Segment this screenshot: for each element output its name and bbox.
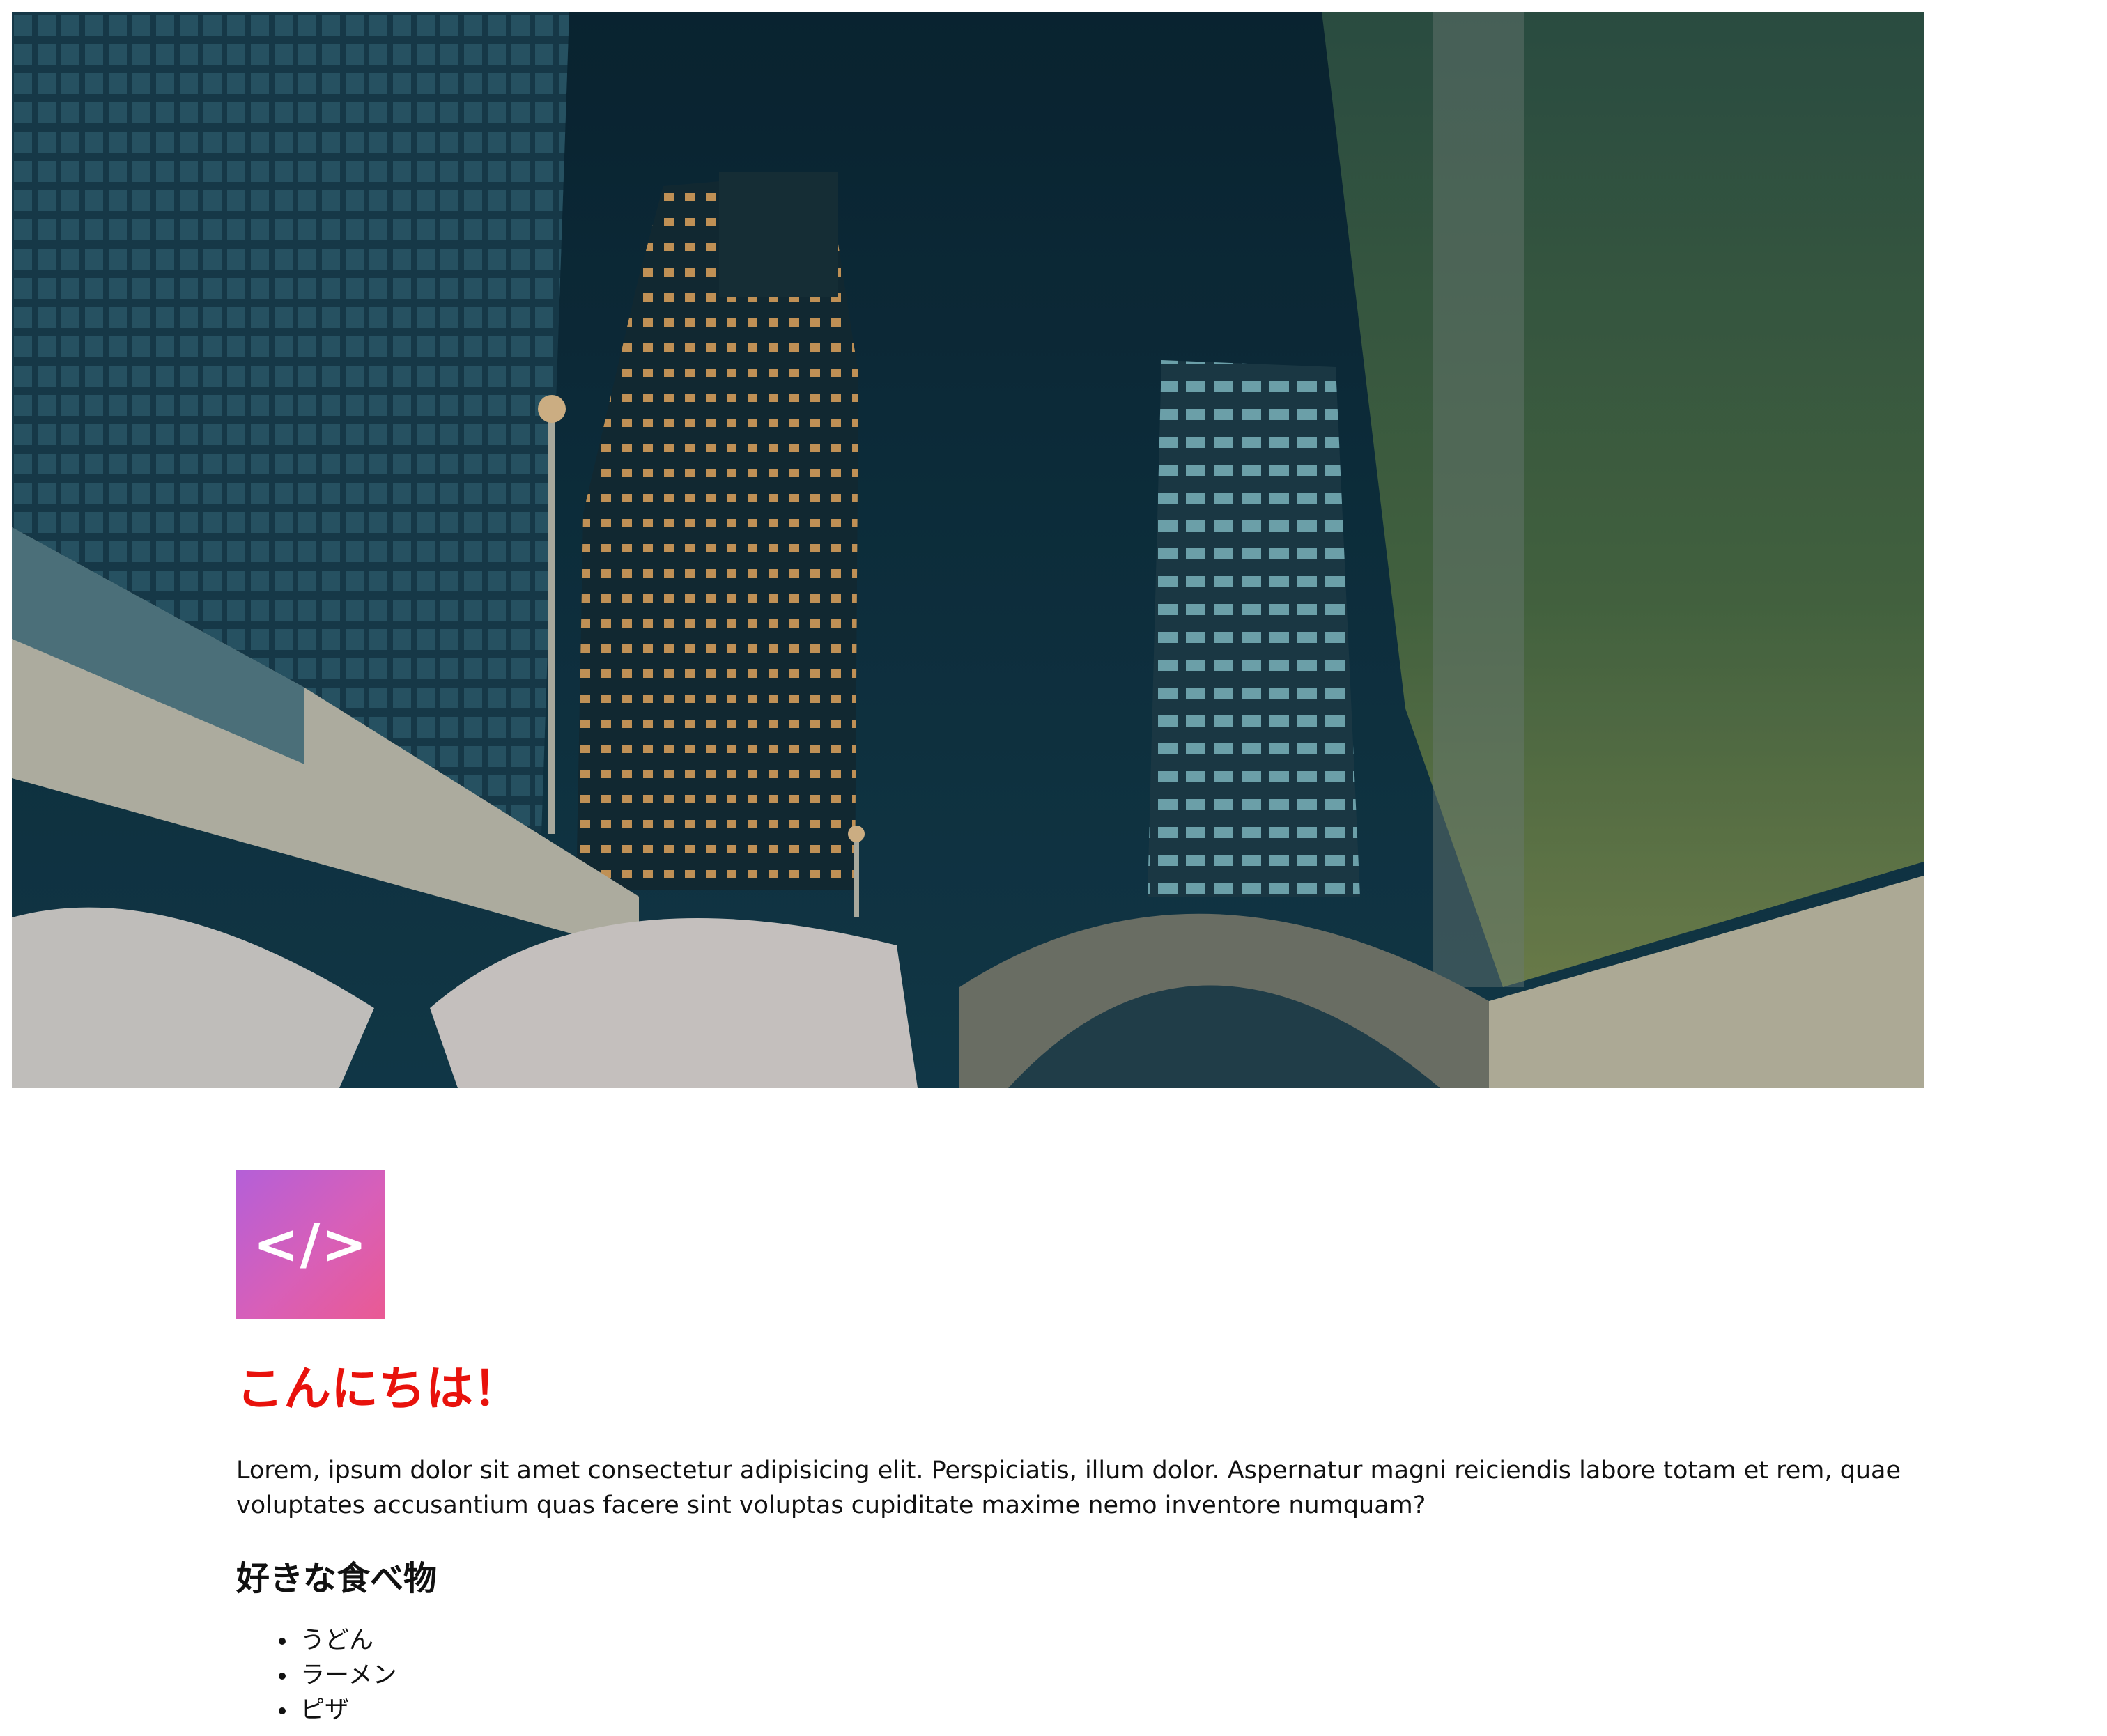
main-content: </> こんにちは！ Lorem, ipsum dolor sit amet c… (236, 1170, 2020, 1728)
city-night-photo (12, 12, 1924, 1088)
list-item: ラーメン (298, 1658, 2020, 1693)
page-title: こんにちは！ (236, 1362, 521, 1417)
intro-paragraph: Lorem, ipsum dolor sit amet consectetur … (236, 1456, 1901, 1519)
list-item: ピザ (298, 1693, 2020, 1728)
list-item: うどん (298, 1623, 2020, 1658)
favorites-heading: 好きな食べ物 (236, 1558, 438, 1598)
code-logo: </> (236, 1170, 385, 1319)
code-icon: </> (253, 1214, 369, 1276)
hero-image (12, 12, 1924, 1088)
favorites-list: うどん ラーメン ピザ (236, 1623, 2020, 1728)
